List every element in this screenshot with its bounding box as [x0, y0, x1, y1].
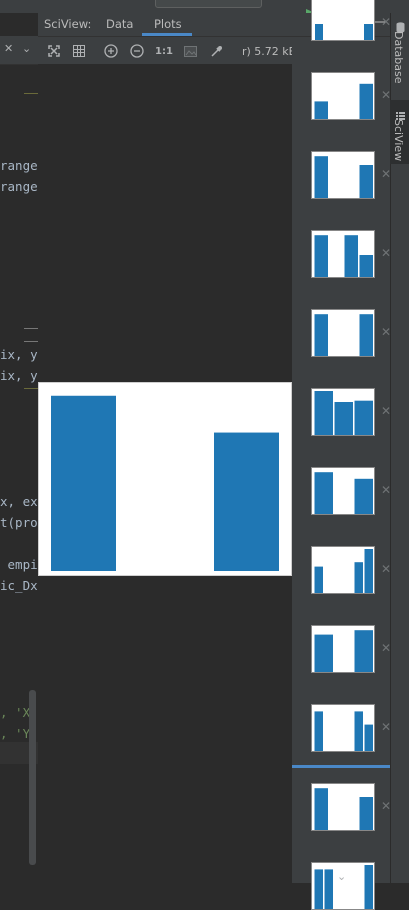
thumbnail-bar: [314, 634, 333, 672]
thumbnail-bar: [314, 101, 328, 119]
code-fragment: ix, y: [0, 347, 38, 362]
actual-size-button[interactable]: 1:1: [153, 43, 175, 59]
plot-thumbnail[interactable]: [311, 783, 375, 831]
plot-thumbnail[interactable]: [311, 309, 375, 357]
thumbnail-bar: [344, 235, 358, 277]
code-fragment: ic_Dx: [0, 578, 38, 593]
thumbnail-bar: [324, 869, 333, 909]
color-picker-icon[interactable]: [208, 43, 224, 59]
thumbnail-bar: [314, 314, 328, 356]
thumbnail-bar: [354, 630, 373, 672]
thumbnail-bar: [359, 165, 373, 198]
plot-thumbnail[interactable]: [311, 151, 375, 199]
thumbnail-bar: [359, 83, 373, 119]
chevron-down-icon[interactable]: ⌄: [22, 42, 31, 55]
thumbnail-bar: [359, 255, 373, 277]
fit-view-icon[interactable]: [46, 43, 62, 59]
background-icon[interactable]: [182, 43, 198, 59]
code-fragment: range: [0, 158, 38, 173]
close-icon[interactable]: ✕: [4, 42, 13, 55]
thumbnail-bar: [354, 711, 363, 751]
plot-thumbnail[interactable]: [311, 546, 375, 594]
zoom-out-icon[interactable]: [129, 43, 145, 59]
thumbnail-bar: [314, 869, 323, 909]
plot-thumbnail[interactable]: [311, 230, 375, 278]
tab-plots[interactable]: Plots: [154, 17, 182, 31]
file-size-label: r) 5.72 kB: [242, 45, 297, 58]
sciview-tool-label: SciView: [392, 119, 405, 162]
thumbnail-bar: [364, 865, 373, 909]
bar-B: [214, 432, 279, 571]
code-fragment: empi: [0, 557, 38, 572]
grid-icon[interactable]: [71, 43, 87, 59]
bar-A: [51, 395, 116, 571]
chevron-down-icon[interactable]: ⌄: [337, 870, 346, 883]
selected-thumbnail-indicator: [292, 765, 391, 768]
thumbnail-bar: [354, 562, 363, 593]
code-fragment: range: [0, 179, 38, 194]
active-tab-indicator: [142, 33, 192, 36]
thumbnail-bar: [354, 478, 373, 514]
code-fragment: t(pro: [0, 515, 38, 530]
editor-tab-bar[interactable]: ✕ ⌄: [0, 36, 38, 65]
tab-data[interactable]: Data: [106, 17, 133, 31]
plot-thumbnail[interactable]: [311, 704, 375, 752]
thumbnail-bar: [354, 400, 373, 435]
thumbnail-bar: [364, 724, 373, 751]
thumbnail-bar: [314, 788, 328, 830]
fold-marker: [24, 93, 38, 94]
plot-thumbnail[interactable]: [311, 625, 375, 673]
thumbnail-bar: [314, 391, 333, 435]
thumbnail-bar: [314, 472, 333, 514]
main-plot[interactable]: [38, 382, 292, 576]
code-editor[interactable]: ✕ ⌄ range range ix, y ix, y x, ex t(pro …: [0, 0, 38, 883]
thumbnail-bar: [314, 235, 328, 277]
zoom-in-icon[interactable]: [103, 43, 119, 59]
plot-thumbnail-partial[interactable]: [311, 0, 375, 41]
thumbnail-bar: [359, 797, 373, 830]
panel-title: SciView:: [44, 17, 92, 31]
main-bar-chart: [51, 395, 279, 571]
thumbnail-bar: [314, 156, 328, 198]
plot-thumbnail[interactable]: [311, 467, 375, 515]
thumbnail-bar: [364, 549, 373, 593]
thumbnail-bar: [314, 711, 323, 751]
thumbnail-bar: [359, 314, 373, 356]
fold-marker: [24, 328, 38, 342]
code-fragment: ix, y: [0, 368, 38, 383]
plot-thumbnail[interactable]: [311, 388, 375, 436]
thumbnail-bar: [334, 402, 353, 435]
fold-marker: [24, 388, 38, 389]
editor-top-bar: [0, 0, 38, 13]
code-fragment: x, ex: [0, 494, 38, 509]
run-configuration-selector[interactable]: [155, 0, 262, 8]
editor-scrollbar[interactable]: [29, 690, 36, 865]
plot-thumbnail[interactable]: [311, 72, 375, 120]
thumbnail-bar: [314, 566, 323, 593]
database-tool-button[interactable]: Database: [392, 31, 405, 84]
